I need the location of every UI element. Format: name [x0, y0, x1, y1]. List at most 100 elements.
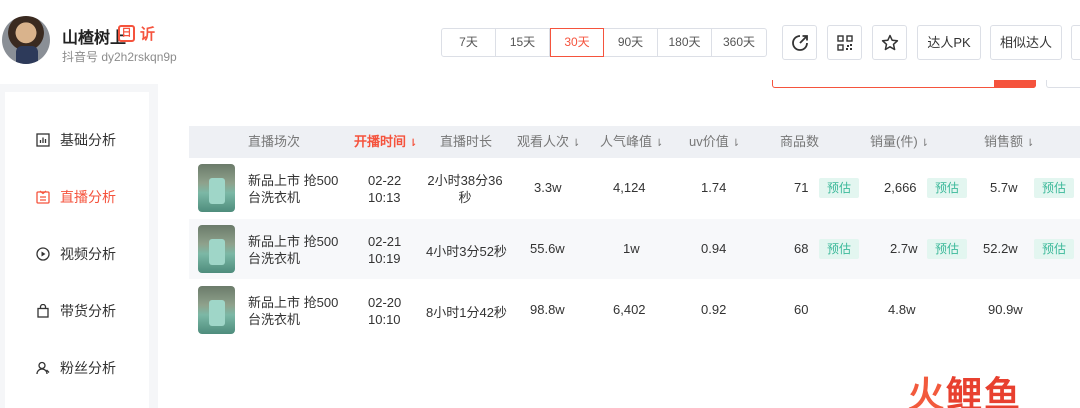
range-15d-button[interactable]: 15天 — [496, 29, 550, 56]
sidebar-item-live[interactable]: 直播分析 — [5, 182, 149, 212]
profile-name: 山楂树上 — [62, 30, 127, 47]
live-cover-thumbnail[interactable] — [198, 164, 235, 212]
pk-button[interactable]: 达人PK — [917, 25, 981, 60]
sort-down-icon: ⇂ — [1026, 138, 1035, 149]
favorite-button[interactable] — [872, 25, 907, 60]
range-30d-button[interactable]: 30天 — [550, 28, 604, 57]
range-90d-button[interactable]: 90天 — [604, 29, 658, 56]
sales-amount: 5.7w — [990, 180, 1018, 195]
watermark-char: 鱼 — [984, 375, 1023, 408]
sort-down-icon: ⇂ — [409, 138, 418, 149]
header-duration: 直播时长 — [440, 134, 493, 149]
live-cover-thumbnail[interactable] — [198, 286, 235, 334]
peak: 1w — [623, 241, 640, 256]
sidebar-item-sales[interactable]: 带货分析 — [5, 296, 149, 326]
header-uv[interactable]: uv价值 ⇂ — [689, 126, 740, 158]
start-time: 10:10 — [368, 312, 401, 327]
range-7d-button[interactable]: 7天 — [442, 29, 496, 56]
header-views[interactable]: 观看人次 ⇂ — [517, 126, 580, 158]
sidebar-item-fans[interactable]: 粉丝分析 — [5, 353, 149, 383]
header-products: 商品数 — [780, 134, 820, 149]
product-count: 71 — [794, 180, 809, 195]
peak: 6,402 — [613, 302, 646, 317]
duration: 8小时1分42秒 — [426, 305, 507, 320]
sidebar-item-basic[interactable]: 基础分析 — [5, 125, 149, 155]
header-session: 直播场次 — [248, 134, 301, 149]
product-count: 68 — [794, 241, 809, 256]
sales-amount: 90.9w — [988, 302, 1023, 317]
sales-qty: 2.7w — [890, 241, 918, 256]
sort-down-icon: ⇂ — [731, 138, 741, 149]
time-range-selector: 7天 15天 30天 90天 180天 360天 — [441, 28, 767, 57]
duration: 2小时38分36秒 — [427, 173, 503, 205]
live-cover-thumbnail[interactable] — [198, 225, 235, 273]
sort-down-icon: ⇂ — [920, 138, 930, 149]
start-time: 10:19 — [368, 251, 401, 266]
header-peak-label: 人气峰值 — [600, 134, 653, 149]
table-row[interactable]: 新品上市 抢500台洗衣机 02-20 10:10 8小时1分42秒 98.8w… — [189, 280, 1080, 340]
play-icon — [36, 247, 50, 261]
table-header: 直播场次 开播时间 ⇂ 直播时长 观看人次 ⇂ 人气峰值 ⇂ uv价值 ⇂ 商品数 销量… — [189, 126, 1080, 158]
header-sales-amt[interactable]: 销售额 ⇂ — [984, 126, 1034, 158]
live-analysis-panel: 直播场次 开播时间 ⇂ 直播时长 观看人次 ⇂ 人气峰值 ⇂ uv价值 ⇂ 商品数 销量… — [158, 80, 1080, 408]
estimate-tag: 预估 — [927, 178, 968, 198]
sales-amount: 52.2w — [983, 241, 1018, 256]
table-row[interactable]: 新品上市 抢500台洗衣机 02-22 10:13 2小时38分36秒 3.3w… — [189, 158, 1080, 218]
watermark-char: 火 — [908, 375, 947, 408]
product-count: 60 — [794, 302, 809, 317]
uv-value: 0.92 — [701, 302, 727, 317]
header-sales-amt-label: 销售额 — [984, 134, 1024, 149]
range-360d-button[interactable]: 360天 — [712, 29, 766, 56]
share-button[interactable] — [782, 25, 817, 60]
live-badge-icon: 䜣 — [140, 26, 156, 43]
header-sales-qty-label: 销量(件) — [870, 134, 918, 149]
start-date: 02-20 — [368, 295, 402, 310]
estimate-tag: 预估 — [1034, 178, 1075, 198]
sales-qty: 2,666 — [884, 180, 917, 195]
qr-code-button[interactable] — [827, 25, 862, 60]
watermark-char: 鲤 — [946, 375, 985, 408]
estimate-tag: 预估 — [1034, 239, 1075, 259]
watermark-logo: 火鲤鱼 — [908, 366, 1022, 408]
header-views-label: 观看人次 — [517, 134, 570, 149]
platform-badge-icon: 日 — [118, 25, 135, 42]
profile-id: 抖音号 dy2h2rskqn9p — [62, 50, 177, 64]
shopping-bag-icon — [36, 304, 50, 318]
header-peak[interactable]: 人气峰值 ⇂ — [600, 126, 663, 158]
avatar[interactable] — [2, 16, 50, 64]
similar-creators-button[interactable]: 相似达人 — [990, 25, 1062, 60]
share-icon — [791, 34, 808, 51]
session-title[interactable]: 新品上市 抢500台洗衣机 — [248, 294, 348, 328]
fans-icon — [36, 361, 50, 375]
sidebar: 基础分析 直播分析 视频分析 带货分析 粉丝分析 — [5, 92, 149, 408]
views: 55.6w — [530, 241, 565, 256]
range-180d-button[interactable]: 180天 — [658, 29, 712, 56]
start-date: 02-22 — [368, 173, 402, 188]
table-row[interactable]: 新品上市 抢500台洗衣机 02-21 10:19 4小时3分52秒 55.6w… — [189, 219, 1080, 279]
sidebar-item-label: 视频分析 — [60, 246, 116, 262]
header-sales-qty[interactable]: 销量(件) ⇂ — [870, 126, 929, 158]
sidebar-item-label: 直播分析 — [60, 189, 116, 205]
profile-header: 山楂树上 日 䜣 抖音号 dy2h2rskqn9p 7天 15天 30天 90天… — [0, 0, 1080, 84]
sidebar-item-video[interactable]: 视频分析 — [5, 239, 149, 269]
session-title[interactable]: 新品上市 抢500台洗衣机 — [248, 233, 348, 267]
sales-qty: 4.8w — [888, 302, 916, 317]
more-button[interactable] — [1071, 25, 1080, 60]
header-start-time[interactable]: 开播时间 ⇂ — [354, 126, 417, 158]
star-icon — [881, 34, 898, 50]
duration: 4小时3分52秒 — [426, 244, 507, 259]
session-title[interactable]: 新品上市 抢500台洗衣机 — [248, 172, 348, 206]
sidebar-item-label: 粉丝分析 — [60, 360, 116, 376]
views: 98.8w — [530, 302, 565, 317]
peak: 4,124 — [613, 180, 646, 195]
uv-value: 0.94 — [701, 241, 727, 256]
search-button[interactable] — [994, 80, 1036, 88]
filter-button[interactable] — [1046, 80, 1080, 88]
sort-down-icon: ⇂ — [572, 138, 581, 149]
bar-chart-icon — [36, 133, 50, 147]
uv-value: 1.74 — [701, 180, 727, 195]
sidebar-item-label: 基础分析 — [60, 132, 116, 148]
estimate-tag: 预估 — [819, 178, 860, 198]
start-date: 02-21 — [368, 234, 402, 249]
start-time: 10:13 — [368, 190, 401, 205]
